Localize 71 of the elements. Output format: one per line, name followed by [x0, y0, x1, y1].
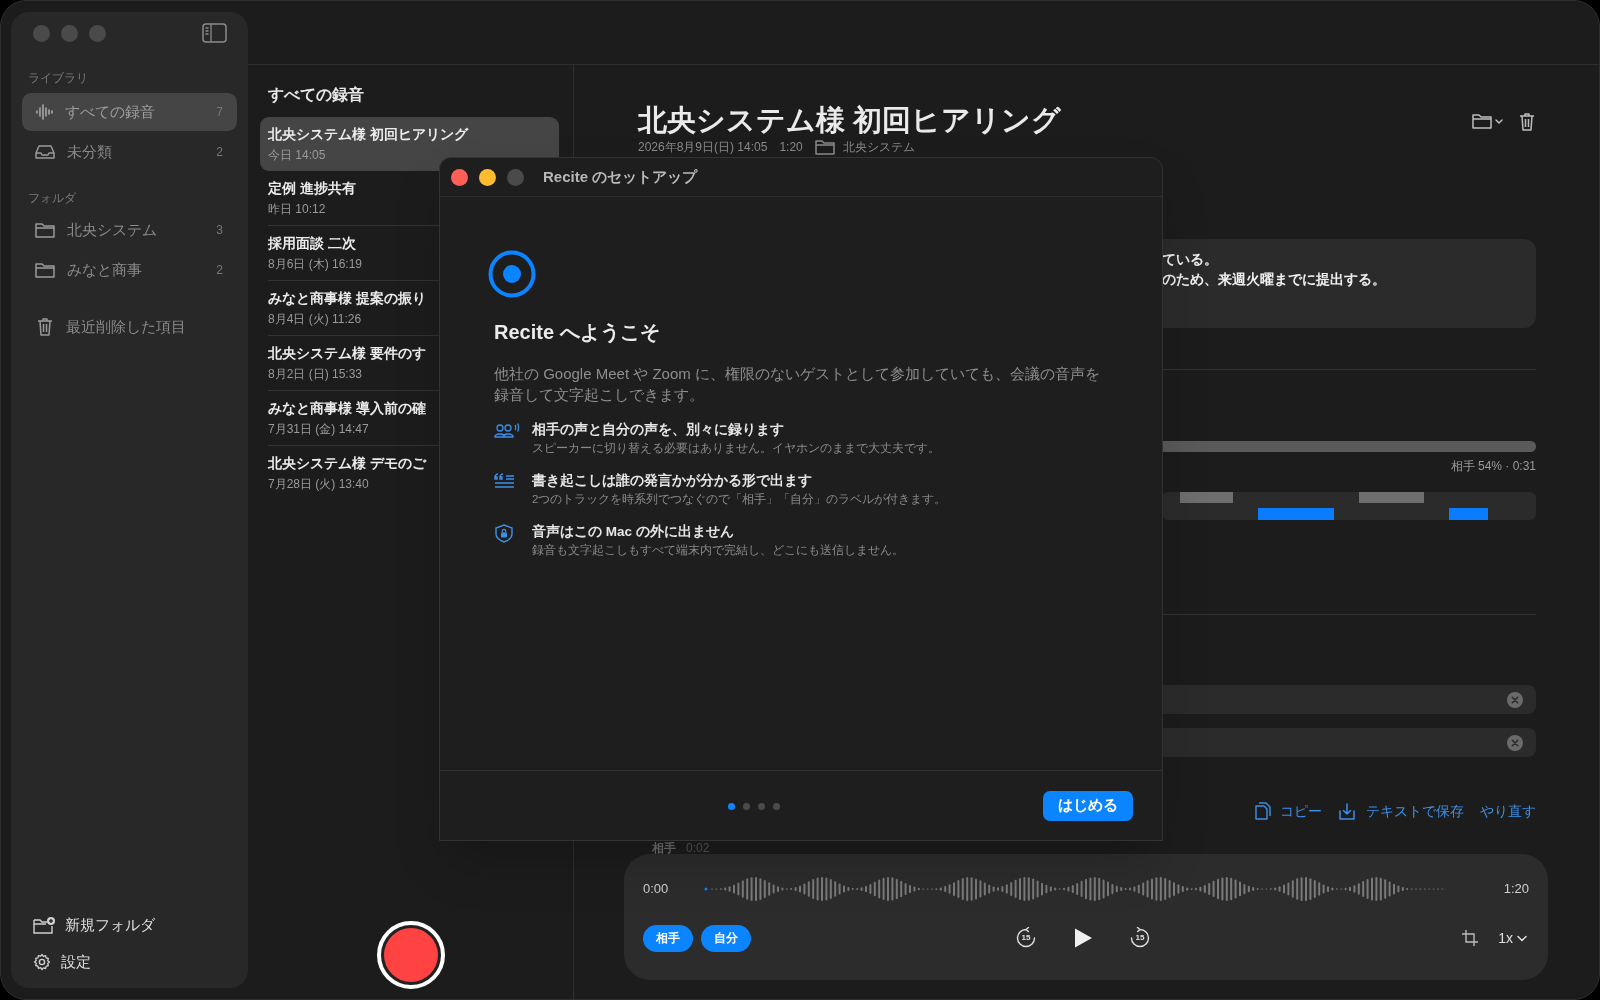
- sidebar-item[interactable]: 新規フォルダ: [22, 908, 237, 942]
- ratio-reading: 相手 54% · 0:31: [1449, 459, 1536, 473]
- forward-button[interactable]: 15: [1129, 927, 1151, 949]
- recording-date: 2026年8月9日(日) 14:05: [638, 140, 768, 154]
- speaker-label: 相手: [652, 841, 676, 855]
- feature-title: 相手の声と自分の声を、別々に録ります: [532, 421, 785, 439]
- copy-button[interactable]: コピー: [1252, 800, 1322, 822]
- sidebar-item[interactable]: 設定: [22, 945, 237, 979]
- feature-description: 録音も文字起こしもすべて端末内で完結し、どこにも送信しません。: [532, 543, 904, 558]
- sidebar-item[interactable]: 北央システム 3: [22, 211, 237, 249]
- waveform-icon: [35, 103, 53, 121]
- recording-title: 北央システム様 初回ヒアリング: [638, 103, 1062, 138]
- welcome-heading: Recite へようこそ: [494, 320, 661, 345]
- close-icon: [451, 168, 468, 186]
- window-button-icon: [61, 24, 78, 42]
- feature-description: 2つのトラックを時系列でつなぐので「相手」「自分」のラベルが付きます。: [532, 492, 947, 507]
- start-button[interactable]: はじめる: [1043, 790, 1133, 821]
- download-icon: [1338, 801, 1357, 821]
- inbox-icon: [35, 144, 55, 160]
- folder-name: 北央システム: [842, 140, 915, 154]
- welcome-text: 他社の Google Meet や Zoom に、権限のないゲストとして参加していても、会議の音声を録音して文字起こしできます。: [494, 364, 1101, 405]
- folder-icon: [1472, 112, 1504, 130]
- copy-icon: [1252, 801, 1271, 821]
- zoom-icon: [507, 168, 524, 186]
- sidebar-item[interactable]: 最近削除した項目: [22, 308, 237, 346]
- folder-icon: [814, 139, 835, 155]
- record-icon: [488, 250, 536, 298]
- redo-button[interactable]: やり直す: [1480, 800, 1536, 822]
- delete-button[interactable]: [1518, 112, 1536, 132]
- circular-arrow-icon: [1129, 927, 1151, 949]
- feature-title: 書き起こしは誰の発言かが分かる形で出ます: [532, 472, 813, 490]
- save-button[interactable]: テキストで保存: [1338, 800, 1464, 822]
- clear-icon: [1507, 691, 1523, 708]
- time-label: 0:00: [643, 880, 670, 899]
- section-heading: フォルダ: [27, 191, 77, 205]
- window-button-icon: [89, 24, 106, 42]
- feature-title: 音声はこの Mac の外に出ません: [532, 523, 735, 541]
- speed-button[interactable]: 1x: [1498, 927, 1529, 949]
- play-button[interactable]: [1073, 927, 1093, 949]
- people-icon: [494, 422, 520, 441]
- list-title: すべての録音: [268, 85, 365, 105]
- track-toggle[interactable]: 相手: [643, 924, 693, 952]
- summary-text: のため、来週火曜までに提出する。: [1162, 270, 1387, 289]
- minimize-icon: [479, 168, 496, 186]
- circular-arrow-icon: [1015, 927, 1037, 949]
- time-label: 1:20: [1503, 880, 1529, 899]
- trash-icon: [36, 317, 54, 337]
- sidebar-item[interactable]: みなと商事 2: [22, 251, 237, 289]
- summary-text: ている。: [1162, 250, 1219, 269]
- trim-button[interactable]: [1462, 930, 1479, 946]
- section-heading: ライブラリ: [27, 71, 89, 85]
- track-toggle[interactable]: 自分: [701, 924, 751, 952]
- sidebar-item[interactable]: 未分類 2: [22, 133, 237, 171]
- input-field[interactable]: [1162, 685, 1536, 714]
- window-button-icon: [33, 24, 50, 42]
- trash-icon: [1518, 112, 1536, 132]
- folder-plus-icon: [33, 916, 55, 934]
- chevron-icon: [1517, 934, 1527, 942]
- sidebar-toggle-icon: [202, 23, 227, 43]
- feature-description: スピーカーに切り替える必要はありません。イヤホンのままで大丈夫です。: [532, 441, 940, 456]
- folder-icon: [35, 262, 55, 278]
- folder-icon: [35, 222, 55, 238]
- recording-duration: 1:20: [779, 140, 803, 154]
- play-icon: [1073, 927, 1093, 949]
- clear-icon: [1507, 734, 1523, 751]
- move-to-folder-button[interactable]: [1472, 112, 1504, 130]
- crop-icon: [1462, 930, 1479, 946]
- rewind-button[interactable]: 15: [1015, 927, 1037, 949]
- input-field[interactable]: [1162, 728, 1536, 757]
- gear-icon: [33, 953, 51, 971]
- recording-row[interactable]: 北央システム様 初回ヒアリング 今日 14:05: [260, 117, 559, 171]
